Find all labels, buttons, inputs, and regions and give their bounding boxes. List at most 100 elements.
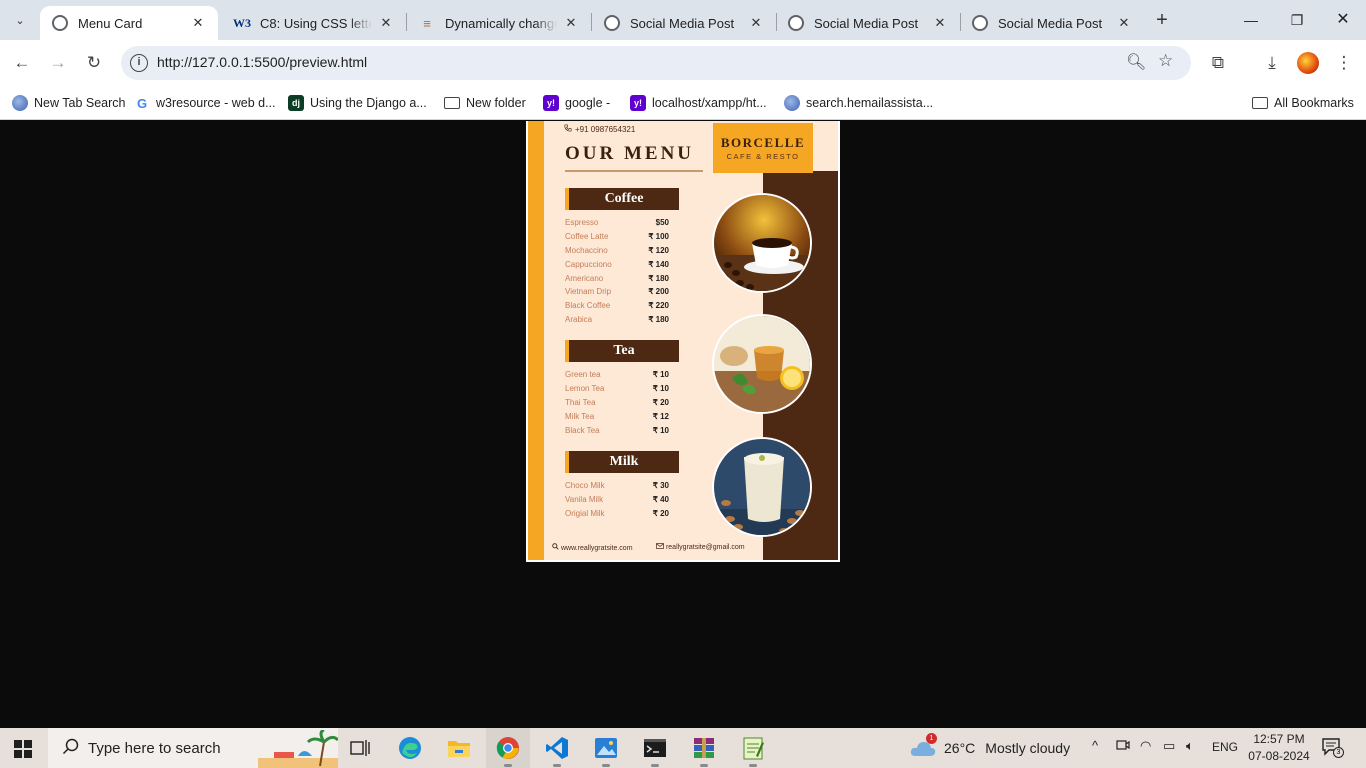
tab-search-button[interactable]: ⌄ [8, 8, 32, 32]
battery-icon[interactable]: ▭ [1163, 738, 1175, 754]
browser-menu-icon[interactable]: ⋮ [1332, 51, 1356, 75]
menu-item: Milk Tea ₹ 12 [565, 412, 669, 426]
zoom-icon[interactable]: 🔍︎ [1126, 52, 1146, 72]
restore-button[interactable]: ❐ [1274, 6, 1320, 34]
item-price: ₹ 20 [652, 397, 669, 407]
tab-title: C8: Using CSS letter-s [260, 15, 372, 31]
search-icon [62, 738, 80, 761]
phone-number: +91 0987654321 [564, 124, 635, 134]
close-tab-icon[interactable]: ✕ [563, 15, 579, 31]
tab-css-letter-spacing[interactable]: W3 C8: Using CSS letter-s ✕ [222, 6, 406, 40]
section-heading-milk: Milk [565, 451, 679, 473]
bookmark-label: New folder [466, 96, 526, 110]
menu-item: Americano ₹ 180 [565, 274, 669, 288]
file-explorer-icon[interactable] [437, 728, 481, 768]
accent-bar [528, 121, 544, 560]
coffee-cup-photo [712, 193, 812, 293]
close-tab-icon[interactable]: ✕ [378, 15, 394, 31]
website[interactable]: www.reallygratsite.com [552, 543, 633, 552]
chrome-icon[interactable] [486, 728, 530, 768]
milk-glass-photo [712, 437, 812, 537]
all-bookmarks-button[interactable]: All Bookmarks [1252, 92, 1354, 114]
notifications-icon[interactable]: 3 [1322, 738, 1344, 758]
bookmark-label: w3resource - web d... [156, 96, 276, 110]
item-name: Cappucciono [565, 259, 612, 269]
bookmark-star-icon[interactable]: ☆ [1158, 51, 1173, 71]
bookmark-w3resource[interactable]: G w3resource - web d... [134, 92, 276, 114]
email[interactable]: reallygratsite@gmail.com [656, 543, 745, 551]
bookmark-label: localhost/xampp/ht... [652, 96, 767, 110]
brand-subtitle: CAFE & RESTO [726, 152, 800, 161]
extensions-icon[interactable]: ⧉ [1206, 51, 1230, 75]
tray-chevron-icon[interactable]: ^ [1092, 738, 1098, 753]
clock-time: 12:57 PM [1253, 732, 1305, 746]
close-tab-icon[interactable]: ✕ [190, 15, 206, 31]
close-tab-icon[interactable]: ✕ [748, 15, 764, 31]
address-bar[interactable]: i http://127.0.0.1:5500/preview.html 🔍︎ … [121, 46, 1191, 80]
tab-title: Social Media Post [998, 15, 1103, 31]
notepad-icon[interactable] [731, 728, 775, 768]
bookmark-new-folder[interactable]: New folder [444, 92, 526, 114]
django-icon: dj [288, 95, 304, 111]
winrar-icon[interactable] [682, 728, 726, 768]
edge-icon[interactable] [388, 728, 432, 768]
close-tab-icon[interactable]: ✕ [932, 15, 948, 31]
item-price: ₹ 10 [652, 383, 669, 393]
brand-name: BORCELLE [720, 135, 806, 150]
tab-social-media-post-2[interactable]: Social Media Post ✕ [776, 6, 960, 40]
close-window-button[interactable]: ✕ [1320, 6, 1366, 34]
search-icon [552, 543, 559, 550]
stackoverflow-icon: ≡ [423, 15, 431, 31]
tab-menu-card[interactable]: Menu Card ✕ [40, 6, 218, 40]
weather-condition: Mostly cloudy [985, 740, 1071, 756]
downloads-icon[interactable]: ⤓ [1260, 51, 1284, 75]
tea-item-list: Green tea ₹ 10 Lemon Tea ₹ 10 Thai Tea ₹ 20… [565, 370, 669, 439]
menu-item: Vanila Milk ₹ 40 [565, 495, 669, 509]
back-button[interactable]: ← [10, 51, 34, 75]
wifi-icon[interactable]: ◠ [1140, 738, 1151, 754]
start-button[interactable] [14, 740, 32, 758]
bookmark-localhost-xampp[interactable]: y! localhost/xampp/ht... [630, 92, 767, 114]
profile-avatar[interactable] [1297, 52, 1319, 74]
item-price: ₹ 100 [648, 231, 669, 241]
site-info-icon[interactable]: i [130, 54, 148, 72]
section-heading-coffee: Coffee [565, 188, 679, 210]
url-text[interactable]: http://127.0.0.1:5500/preview.html [157, 54, 367, 70]
terminal-icon[interactable] [633, 728, 677, 768]
meet-now-icon[interactable] [1116, 738, 1130, 755]
taskbar-search-box[interactable]: Type here to search [48, 728, 338, 768]
close-tab-icon[interactable]: ✕ [1116, 15, 1132, 31]
weather-widget[interactable]: 1 26°C Mostly cloudy [910, 733, 1071, 760]
minimize-button[interactable]: — [1228, 6, 1274, 34]
photos-icon[interactable] [584, 728, 628, 768]
task-view-icon[interactable] [338, 728, 382, 768]
bookmark-django[interactable]: dj Using the Django a... [288, 92, 427, 114]
item-name: Espresso [565, 218, 599, 227]
globe-icon [12, 95, 28, 111]
tab-social-media-post-3[interactable]: Social Media Post ✕ [960, 6, 1144, 40]
bookmark-hemailassistant[interactable]: search.hemailassista... [784, 92, 933, 114]
bookmark-google[interactable]: y! google - [543, 92, 610, 114]
new-tab-button[interactable]: + [1150, 8, 1174, 32]
menu-item: Mochaccino ₹ 120 [565, 246, 669, 260]
bookmark-new-tab-search[interactable]: New Tab Search [12, 92, 126, 114]
cloud-icon: 1 [910, 733, 937, 757]
globe-icon [604, 15, 620, 31]
item-price: ₹ 140 [648, 259, 669, 269]
tab-social-media-post-1[interactable]: Social Media Post ✕ [592, 6, 776, 40]
vscode-icon[interactable] [535, 728, 579, 768]
language-indicator[interactable]: ENG [1212, 740, 1238, 754]
volume-icon[interactable]: 🔈︎ [1186, 738, 1194, 754]
item-name: Milk Tea [565, 411, 595, 421]
clock[interactable]: 12:57 PM 07-08-2024 [1240, 731, 1318, 765]
search-placeholder: Type here to search [88, 740, 221, 757]
forward-button[interactable]: → [46, 51, 70, 75]
milk-item-list: Choco Milk ₹ 30 Vanila Milk ₹ 40 Origial M… [565, 481, 669, 523]
beach-illustration-icon [258, 730, 338, 768]
tab-dynamically-change[interactable]: ≡ Dynamically change c ✕ [407, 6, 591, 40]
reload-button[interactable]: ↻ [82, 51, 106, 75]
item-price: $50 [655, 218, 669, 227]
item-name: Arabica [565, 315, 593, 325]
item-name: Choco Milk [565, 481, 605, 490]
menu-item: Cappucciono ₹ 140 [565, 260, 669, 274]
